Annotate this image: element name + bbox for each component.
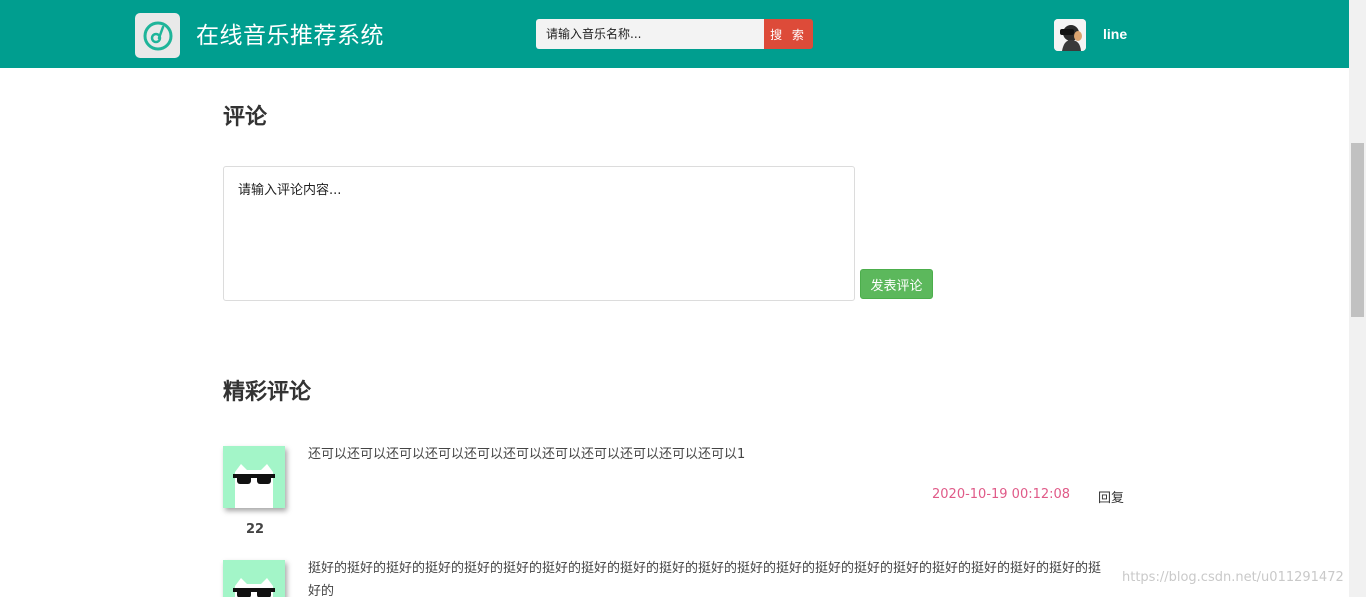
scrollbar-thumb[interactable] bbox=[1351, 143, 1364, 317]
comment-text: 挺好的挺好的挺好的挺好的挺好的挺好的挺好的挺好的挺好的挺好的挺好的挺好的挺好的挺… bbox=[308, 561, 1102, 597]
search-bar: 搜 索 bbox=[536, 19, 813, 49]
watermark-text: https://blog.csdn.net/u011291472 bbox=[1122, 570, 1344, 585]
commenter-avatar[interactable] bbox=[223, 446, 285, 508]
comment-text: 还可以还可以还可以还可以还可以还可以还可以还可以还可以还可以还可以1 bbox=[308, 447, 746, 462]
comment-textarea[interactable] bbox=[223, 166, 855, 301]
user-avatar[interactable] bbox=[1054, 19, 1086, 51]
user-name[interactable]: line bbox=[1103, 26, 1127, 42]
page-scrollbar[interactable] bbox=[1349, 0, 1366, 597]
featured-comments-title: 精彩评论 bbox=[223, 380, 312, 405]
comment-section-title: 评论 bbox=[223, 105, 268, 130]
page: 在线音乐推荐系统 搜 索 line 评论 发表评论 精彩评论 bbox=[0, 0, 1366, 597]
search-button[interactable]: 搜 索 bbox=[764, 19, 813, 49]
top-navbar: 在线音乐推荐系统 搜 索 line bbox=[0, 0, 1349, 68]
commenter-avatar[interactable] bbox=[223, 560, 285, 597]
site-title[interactable]: 在线音乐推荐系统 bbox=[196, 16, 384, 50]
reply-link[interactable]: 回复 bbox=[1098, 487, 1124, 506]
search-input[interactable] bbox=[536, 19, 764, 49]
comment-timestamp: 2020-10-19 00:12:08 bbox=[932, 487, 1071, 502]
music-logo-icon[interactable] bbox=[135, 13, 180, 58]
like-count: 22 bbox=[246, 522, 265, 537]
post-comment-button[interactable]: 发表评论 bbox=[860, 269, 933, 299]
